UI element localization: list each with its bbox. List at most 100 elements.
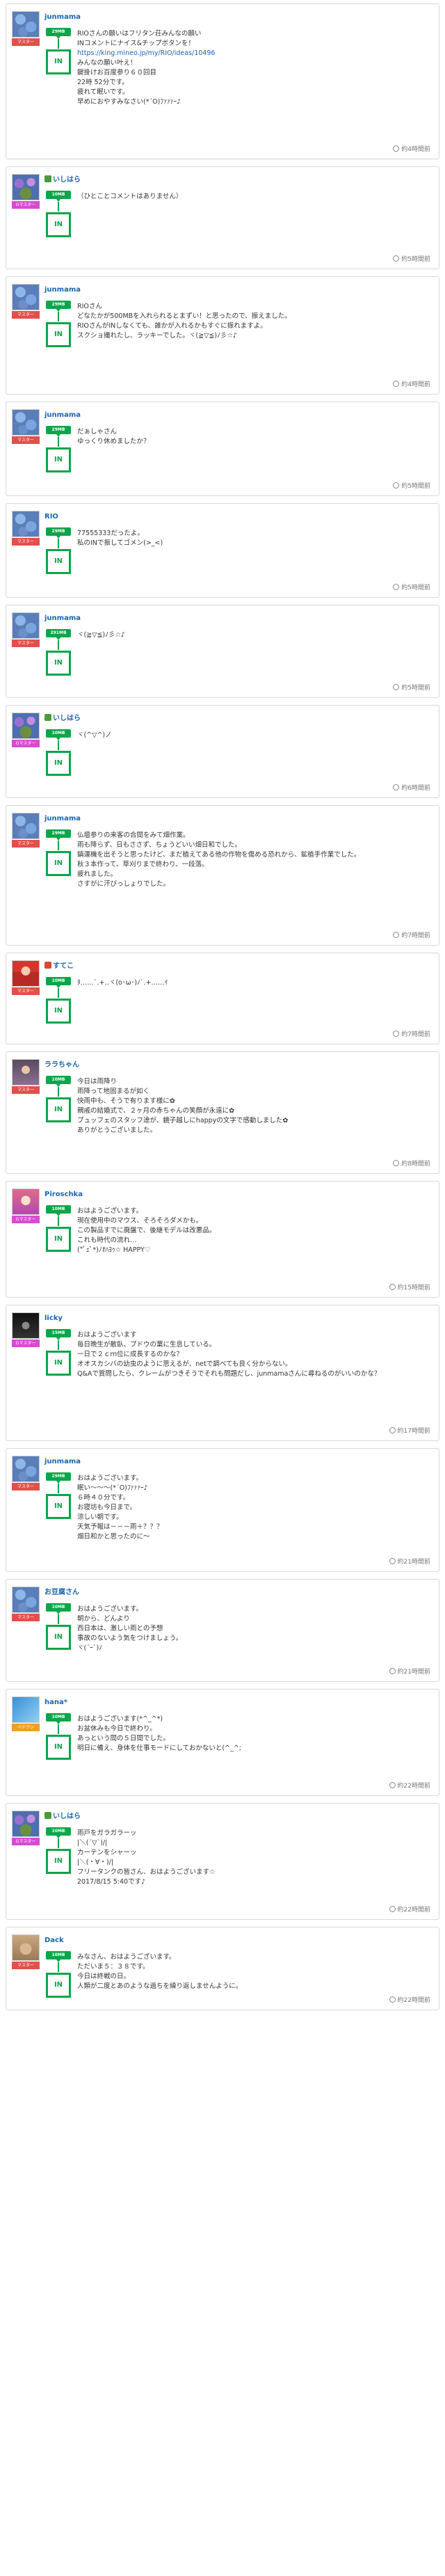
avatar[interactable]: マスター: [12, 409, 40, 444]
user-name-text[interactable]: Dack: [44, 1937, 64, 1944]
user-name[interactable]: hana*: [44, 1698, 67, 1708]
user-name-text[interactable]: hana*: [44, 1699, 67, 1706]
timestamp-text: 約5時間前: [401, 256, 430, 263]
avatar-image[interactable]: [12, 284, 40, 310]
avatar[interactable]: マスター: [12, 511, 40, 546]
avatar-image[interactable]: [12, 612, 40, 639]
user-name-text[interactable]: ララちゃん: [44, 1061, 79, 1069]
user-name[interactable]: いしはら: [44, 1812, 81, 1822]
user-name-text[interactable]: junmama: [44, 13, 81, 21]
post-card[interactable]: マスター junmama 29MB IN 仏壇参りの来客の合間をみて畑作業。 雨も降らず…: [6, 805, 439, 946]
avatar[interactable]: マスター: [12, 1456, 40, 1490]
idea-link[interactable]: https://king.mineo.jp/my/RIO/ideas/10496: [77, 49, 215, 57]
avatar[interactable]: Gマスター: [12, 1811, 40, 1845]
user-name-text[interactable]: いしはら: [53, 176, 81, 184]
avatar-image[interactable]: [12, 511, 40, 537]
avatar-image[interactable]: [12, 11, 40, 38]
user-name[interactable]: Dack: [44, 1936, 64, 1946]
rank-badge: マスター: [12, 987, 40, 995]
avatar-image[interactable]: [12, 174, 40, 200]
post-card[interactable]: Gマスター Piroschka 10MB IN おはようございます。 現在使用中のマウス…: [6, 1181, 439, 1298]
timestamp-text: 約4時間前: [401, 381, 430, 388]
post-card[interactable]: マスター Dack 10MB IN みなさん、おはようございます。 ただいま５：３８です…: [6, 1927, 439, 2010]
avatar[interactable]: マスター: [12, 960, 40, 995]
user-name-text[interactable]: いしはら: [53, 715, 81, 722]
post-card[interactable]: Gマスター いしはら 10MB IN ヾ(^▽^)ノ 約6時間前: [6, 705, 439, 798]
avatar-image[interactable]: [12, 409, 40, 436]
user-name[interactable]: お豆腐さん: [44, 1588, 79, 1598]
user-name[interactable]: ララちゃん: [44, 1060, 79, 1070]
user-name-text[interactable]: junmama: [44, 614, 81, 622]
user-name-text[interactable]: junmama: [44, 411, 81, 419]
user-name[interactable]: junmama: [44, 614, 81, 623]
avatar-image[interactable]: [12, 960, 40, 987]
user-name[interactable]: junmama: [44, 13, 81, 22]
post-timestamp: 約5時間前: [393, 481, 430, 490]
post-card[interactable]: マスター junmama 29MB IN だぁしゃさん ゆっくり休めましたか？ 約5時間前: [6, 401, 439, 496]
post-card[interactable]: マスター junmama 291MB IN ヾ(≧▽≦)ﾉ彡☆♪ 約5時間前: [6, 605, 439, 698]
avatar-image[interactable]: [12, 1059, 40, 1086]
avatar[interactable]: マスター: [12, 11, 40, 46]
timestamp-text: 約17時間前: [397, 1428, 430, 1435]
post-timestamp: 約21時間前: [389, 1557, 430, 1566]
avatar[interactable]: Gマスター: [12, 1312, 40, 1347]
avatar[interactable]: Gマスター: [12, 174, 40, 209]
user-name-text[interactable]: Piroschka: [44, 1191, 83, 1198]
user-name-text[interactable]: junmama: [44, 1458, 81, 1465]
avatar-image[interactable]: [12, 1587, 40, 1613]
user-name[interactable]: RIO: [44, 512, 58, 522]
post-card[interactable]: マスター junmama 29MB IN おはようございます。 眠い～～～(*´O)ﾌｧ…: [6, 1448, 439, 1572]
user-name-text[interactable]: お豆腐さん: [44, 1589, 79, 1596]
user-name-text[interactable]: junmama: [44, 815, 81, 822]
avatar[interactable]: マスター: [12, 1059, 40, 1094]
post-card[interactable]: Gマスター いしはら 10MB IN （ひとことコメントはありません） 約5時間前: [6, 166, 439, 269]
user-name[interactable]: いしはら: [44, 175, 81, 185]
user-name-text[interactable]: すてこ: [53, 962, 74, 970]
post-card[interactable]: マスター ララちゃん 10MB IN 今日は雨降り 雨降って地固まるが如く 快雨中も、そ…: [6, 1051, 439, 1174]
avatar-image[interactable]: [12, 1934, 40, 1961]
post-card[interactable]: マスター お豆腐さん 10MB IN おはようございます。 朝から、どんより 西日本は、…: [6, 1579, 439, 1682]
avatar[interactable]: Gマスター: [12, 1188, 40, 1223]
avatar[interactable]: マスター: [12, 1934, 40, 1969]
timeline-line: [58, 1484, 59, 1493]
user-name[interactable]: junmama: [44, 285, 81, 295]
post-card[interactable]: マスター junmama 29MB IN RIOさんの願いはフリタン荘みんなの願い IN…: [6, 3, 439, 159]
avatar[interactable]: マスター: [12, 284, 40, 319]
avatar-image[interactable]: [12, 1188, 40, 1215]
user-name-text[interactable]: RIO: [44, 513, 58, 520]
user-name[interactable]: Piroschka: [44, 1190, 83, 1200]
user-name-text[interactable]: いしはら: [53, 1813, 81, 1820]
avatar[interactable]: Gマスター: [12, 713, 40, 747]
user-name[interactable]: junmama: [44, 814, 81, 824]
avatar-image[interactable]: [12, 713, 40, 739]
mb-amount-badge: 10MB: [46, 1827, 71, 1836]
avatar-image[interactable]: [12, 1696, 40, 1723]
avatar[interactable]: マスター: [12, 612, 40, 647]
avatar[interactable]: ベテラン: [12, 1696, 40, 1731]
avatar[interactable]: マスター: [12, 813, 40, 848]
post-text: おはようございます。 朝から、どんより 西日本は、激しい雨との予想 事故のないよ…: [77, 1605, 183, 1652]
user-name[interactable]: licky: [44, 1314, 63, 1323]
post-card[interactable]: マスター RIO 29MB IN 77555333だったよ。 私のINで振してゴメン(>…: [6, 503, 439, 598]
post-card[interactable]: Gマスター licky 15MB IN おはようございます 毎日晩生が散臥、ブドウの葉に…: [6, 1305, 439, 1441]
post-card[interactable]: ベテラン hana* 10MB IN おはようございます(*^_^*) お盆休みも今日で…: [6, 1689, 439, 1796]
user-name[interactable]: いしはら: [44, 714, 81, 724]
mb-amount-badge: 29MB: [46, 301, 71, 309]
avatar-image[interactable]: [12, 1312, 40, 1339]
user-name[interactable]: すてこ: [44, 962, 74, 971]
mb-amount-badge: 29MB: [46, 829, 71, 838]
in-action-badge: IN: [46, 1849, 71, 1874]
user-name[interactable]: junmama: [44, 1457, 81, 1467]
in-action-badge: IN: [46, 1351, 71, 1376]
user-name-text[interactable]: licky: [44, 1314, 63, 1322]
avatar[interactable]: マスター: [12, 1587, 40, 1621]
post-card[interactable]: マスター junmama 29MB IN RIOさん どなたかが500MBを入れられると…: [6, 276, 439, 395]
post-card[interactable]: Gマスター いしはら 10MB IN 雨戸をガラガラーッ |＼(´▽`)/| カーテンを…: [6, 1803, 439, 1920]
clock-icon: [389, 1668, 396, 1674]
user-name[interactable]: junmama: [44, 411, 81, 420]
avatar-image[interactable]: [12, 813, 40, 839]
user-name-text[interactable]: junmama: [44, 286, 81, 294]
avatar-image[interactable]: [12, 1456, 40, 1482]
post-card[interactable]: マスター すてこ 10MB IN ﾀ‥‥‥`.+‥ヾ(o･ω･)ﾉ`.+‥‥‥ｲ 約7時間…: [6, 953, 439, 1044]
avatar-image[interactable]: [12, 1811, 40, 1837]
